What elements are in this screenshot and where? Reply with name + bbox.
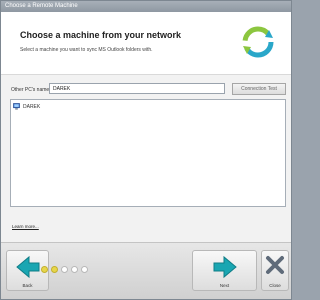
connection-test-button[interactable]: Connection Test [232,83,286,95]
sync-logo-icon [242,26,274,58]
progress-step [61,266,68,273]
arrow-left-icon [15,255,39,279]
wizard-progress [41,266,88,273]
computer-icon [13,103,20,110]
close-button-label: Close [269,283,281,288]
back-button-label: Back [22,283,33,288]
close-icon [266,256,284,274]
wizard-footer: Back Next Close [1,242,291,299]
machine-list[interactable]: DAREK [10,99,286,207]
close-button[interactable]: Close [261,250,289,291]
dialog-header: Choose a machine from your network Selec… [1,12,291,75]
next-button[interactable]: Next [192,250,257,291]
machine-name: DAREK [23,103,41,110]
window-title: Choose a Remote Machine [5,3,78,9]
progress-step-done [51,266,58,273]
progress-step [71,266,78,273]
arrow-right-icon [213,255,237,279]
other-pc-name-input[interactable] [49,83,225,94]
other-pc-name-label: Other PC's name: [11,87,51,93]
next-button-label: Next [219,283,230,288]
page-subtitle: Select a machine you want to sync MS Out… [20,47,153,53]
remote-machine-dialog: Choose a Remote Machine Choose a machine… [0,0,292,300]
progress-step-done [41,266,48,273]
list-item[interactable]: DAREK [13,102,40,111]
learn-more-link[interactable]: Learn more... [12,224,39,229]
window-title-bar[interactable]: Choose a Remote Machine [1,1,291,12]
page-title: Choose a machine from your network [20,30,182,40]
progress-step [81,266,88,273]
